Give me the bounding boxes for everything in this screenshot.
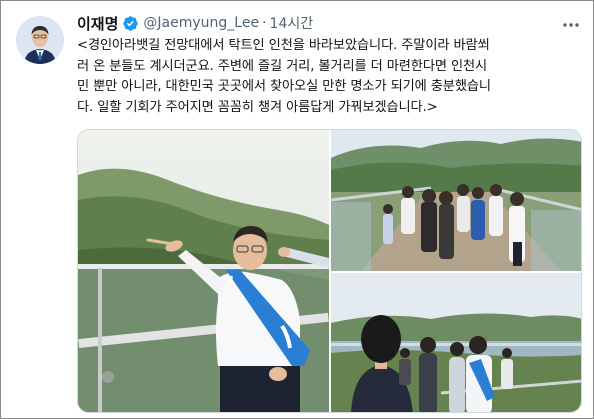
- photo-looking-out[interactable]: [331, 273, 581, 412]
- timestamp[interactable]: 14시간: [270, 13, 314, 33]
- svg-text:1: 1: [228, 275, 235, 286]
- tweet-text-line: <경인아라뱃길 전망대에서 탁트인 인천을 바라보았습니다. 주말이라 바람쐬: [77, 38, 490, 53]
- media-grid: 1: [77, 129, 582, 413]
- tweet-card: 이재명 @Jaemyung_Lee · 14시간 <경인아라뱃길 전망대에서 탁…: [0, 0, 594, 419]
- tweet-header: 이재명 @Jaemyung_Lee · 14시간: [77, 12, 313, 34]
- verified-badge-icon: [122, 15, 139, 32]
- tweet-text-line: 다. 일할 기회가 주어지면 꼼꼼히 챙겨 아름답게 가꿔보겠습니다.>: [77, 99, 438, 115]
- tweet-text-line: 민 뿐만 아니라, 대한민국 곳곳에서 찾아오실 만한 명소가 되기에 충분했습…: [77, 79, 491, 94]
- photo-group-on-skywalk[interactable]: [331, 130, 581, 271]
- separator-dot: ·: [262, 15, 267, 31]
- author-handle[interactable]: @Jaemyung_Lee: [143, 15, 259, 31]
- author-name[interactable]: 이재명: [77, 13, 118, 34]
- photo-pointing-at-view[interactable]: 1: [78, 130, 329, 412]
- tweet-text-line: 러 온 분들도 계시더군요. 주변에 즐길 거리, 볼거리를 더 마련한다면 인…: [77, 58, 488, 74]
- more-options-icon[interactable]: [562, 16, 580, 34]
- tweet-text: <경인아라뱃길 전망대에서 탁트인 인천을 바라보았습니다. 주말이라 바람쐬 …: [77, 36, 582, 118]
- avatar[interactable]: [16, 16, 64, 64]
